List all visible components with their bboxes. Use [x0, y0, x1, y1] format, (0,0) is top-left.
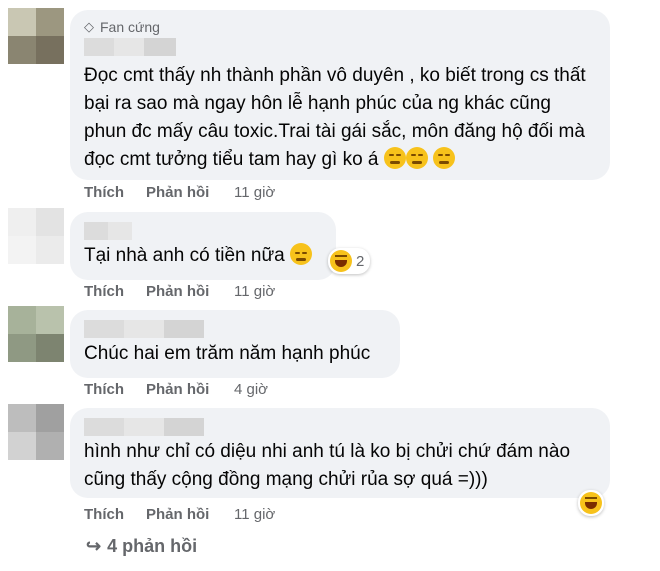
commenter-name[interactable]: [84, 38, 596, 56]
timestamp[interactable]: 11 giờ: [234, 506, 275, 523]
avatar[interactable]: [8, 8, 64, 64]
comment-text: Chúc hai em trăm năm hạnh phúc: [84, 343, 371, 364]
avatar[interactable]: [8, 306, 64, 362]
reaction-summary[interactable]: 2: [328, 248, 371, 274]
like-button[interactable]: Thích: [84, 184, 146, 201]
commenter-name[interactable]: [84, 320, 386, 338]
comment-actions: Thích Phản hồi 11 giờ: [84, 283, 275, 300]
comment-actions: Thích Phản hồi 4 giờ: [84, 381, 268, 398]
fan-badge: ◇ Fan cứng: [84, 18, 596, 36]
avatar[interactable]: [8, 208, 64, 264]
diamond-icon: ◇: [84, 19, 94, 34]
comment-bubble: ◇ Fan cứng Đọc cmt thấy nh thành phần vô…: [70, 10, 610, 180]
disappointed-emoji-icon: [290, 243, 313, 265]
reply-button[interactable]: Phản hồi: [146, 381, 234, 398]
comment-text: Đọc cmt thấy nh thành phần vô duyên , ko…: [84, 65, 586, 170]
comment-bubble: Chúc hai em trăm năm hạnh phúc: [70, 310, 400, 378]
reply-arrow-icon: ↪: [86, 536, 102, 556]
timestamp[interactable]: 4 giờ: [234, 381, 268, 398]
haha-icon: [330, 250, 352, 272]
comment-actions: Thích Phản hồi 11 giờ: [84, 506, 275, 523]
like-button[interactable]: Thích: [84, 506, 146, 523]
commenter-name[interactable]: [84, 418, 596, 436]
timestamp[interactable]: 11 giờ: [234, 283, 275, 300]
reply-button[interactable]: Phản hồi: [146, 283, 234, 300]
timestamp[interactable]: 11 giờ: [234, 184, 275, 201]
like-button[interactable]: Thích: [84, 381, 146, 398]
reply-button[interactable]: Phản hồi: [146, 506, 234, 523]
comment-bubble: Tại nhà anh có tiền nữa: [70, 212, 336, 280]
haha-icon: [580, 492, 602, 514]
reaction-summary[interactable]: [578, 490, 604, 516]
avatar[interactable]: [8, 404, 64, 460]
reply-button[interactable]: Phản hồi: [146, 184, 234, 201]
smile-emoji-icon: [378, 147, 456, 170]
like-button[interactable]: Thích: [84, 283, 146, 300]
reaction-count: 2: [356, 252, 365, 270]
comment-bubble: hình như chỉ có diệu nhi anh tú là ko bị…: [70, 408, 610, 498]
badge-label: Fan cứng: [100, 19, 160, 35]
more-replies-label: 4 phản hồi: [107, 536, 198, 556]
view-more-replies[interactable]: ↪ 4 phản hồi: [86, 536, 197, 557]
comment-text: hình như chỉ có diệu nhi anh tú là ko bị…: [84, 441, 571, 490]
comment-actions: Thích Phản hồi 11 giờ: [84, 184, 275, 201]
comment-text: Tại nhà anh có tiền nữa: [84, 242, 322, 270]
commenter-name[interactable]: [84, 222, 322, 240]
